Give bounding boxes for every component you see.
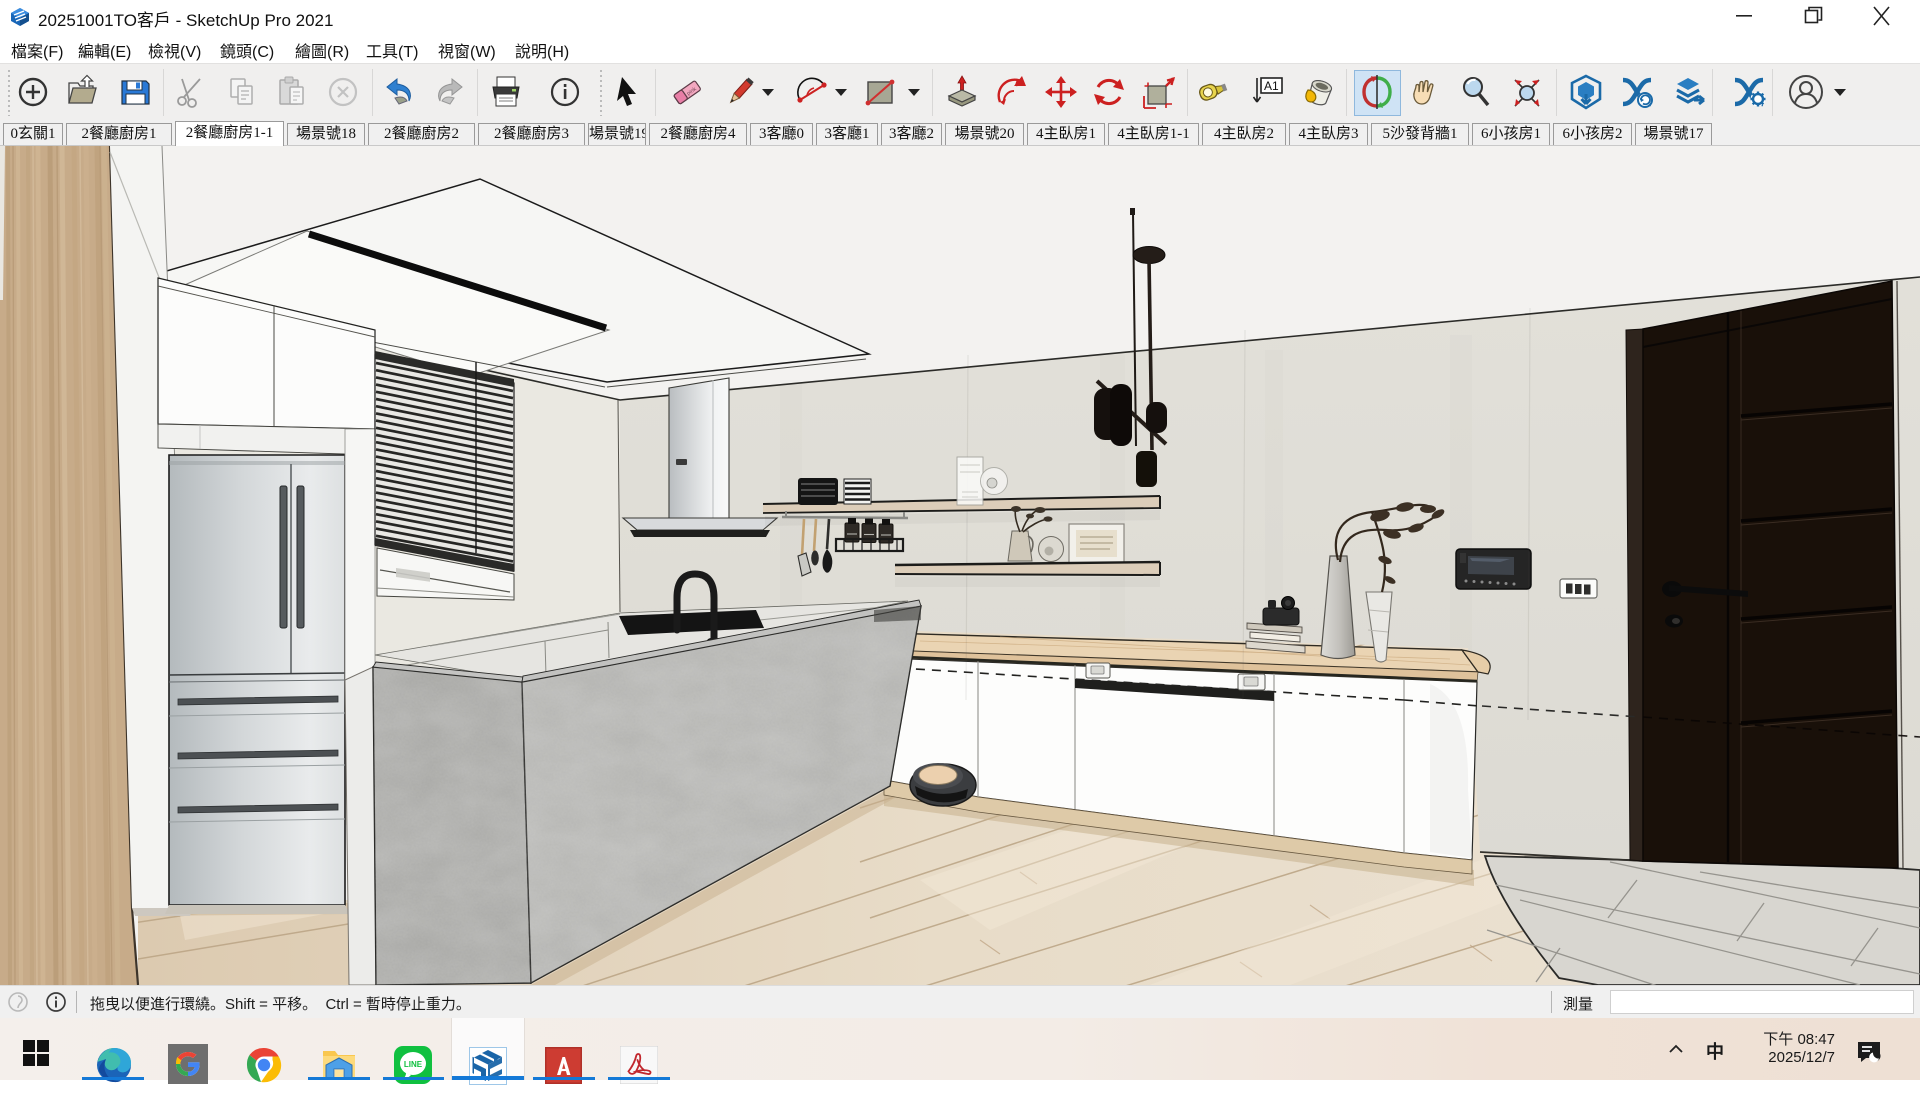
svg-text:LINE: LINE <box>404 1060 423 1069</box>
svg-text:A1: A1 <box>1264 79 1279 93</box>
